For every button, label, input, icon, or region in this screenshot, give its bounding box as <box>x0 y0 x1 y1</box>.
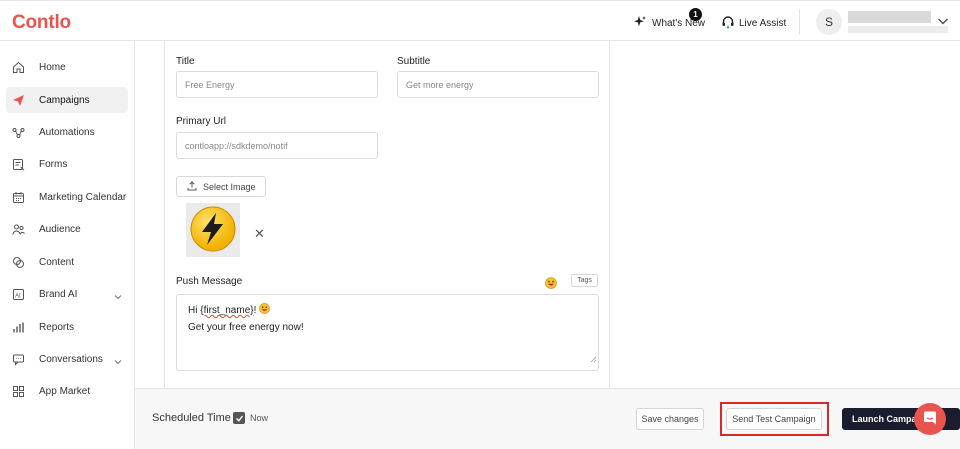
message-greeting: Hi <box>188 305 201 316</box>
sidebar-item-reports[interactable]: Reports <box>6 314 128 340</box>
sidebar-item-label: App Market <box>39 385 91 397</box>
sidebar-item-label: Campaigns <box>39 94 90 106</box>
first-name-token: {first_name} <box>200 305 254 316</box>
calendar-icon <box>11 190 25 204</box>
message-line-1: Hi {first_name}! <box>188 302 587 319</box>
home-icon <box>11 60 25 74</box>
account-name-redacted <box>848 11 931 23</box>
sidebar-item-label: Forms <box>39 158 68 170</box>
sidebar-item-home[interactable]: Home <box>6 54 128 80</box>
primary-url-label: Primary Url <box>176 116 226 127</box>
title-label: Title <box>176 56 195 67</box>
resize-handle-icon[interactable] <box>590 352 597 369</box>
notification-badge: 1 <box>689 8 702 21</box>
sparkle-icon <box>633 15 647 32</box>
subtitle-input[interactable]: Get more energy <box>397 71 599 98</box>
remove-image-icon[interactable]: ✕ <box>254 226 265 242</box>
account-subtitle-redacted <box>848 26 948 33</box>
sidebar-item-marketing-calendar[interactable]: Marketing Calendar <box>6 184 128 210</box>
sidebar-item-conversations[interactable]: Conversations <box>6 346 128 372</box>
now-checkbox[interactable] <box>233 412 245 424</box>
chat-bubble-icon <box>922 410 938 429</box>
upload-icon <box>187 180 197 193</box>
push-message-label: Push Message <box>176 276 243 287</box>
live-assist-label: Live Assist <box>739 18 787 29</box>
chat-support-button[interactable] <box>914 403 946 435</box>
title-input[interactable]: Free Energy <box>176 71 378 98</box>
chevron-down-icon[interactable] <box>937 15 949 29</box>
grinning-emoji-icon <box>259 303 270 316</box>
scheduled-time-label: Scheduled Time <box>152 412 231 424</box>
sidebar-item-label: Content <box>39 256 75 268</box>
sidebar-item-label: Reports <box>39 321 75 333</box>
primary-url-input[interactable]: contloapp://sdkdemo/notif <box>176 132 378 159</box>
sidebar-item-label: Automations <box>39 126 95 138</box>
brand-ai-icon: AI <box>11 287 25 301</box>
now-label: Now <box>250 413 269 423</box>
save-changes-button[interactable]: Save changes <box>636 408 704 430</box>
sidebar-item-content[interactable]: Content <box>6 249 128 275</box>
image-thumbnail <box>186 203 240 257</box>
paper-plane-icon <box>11 93 25 107</box>
app-market-icon <box>11 384 25 398</box>
lightning-bolt-icon <box>188 204 238 257</box>
audience-icon <box>11 222 25 236</box>
subtitle-label: Subtitle <box>397 56 431 67</box>
sidebar-item-label: Home <box>39 61 66 73</box>
top-header: Contlo What's New 1 Live Assist S <box>0 0 960 41</box>
chevron-down-icon[interactable] <box>114 354 122 368</box>
automations-icon <box>11 125 25 139</box>
sidebar-item-campaigns[interactable]: Campaigns <box>6 87 128 113</box>
chevron-down-icon[interactable] <box>114 289 122 303</box>
header-divider <box>799 9 800 35</box>
sidebar-item-label: Conversations <box>39 353 103 365</box>
sidebar: Home Campaigns Automations Forms Marketi… <box>0 41 135 449</box>
push-message-textarea[interactable]: Hi {first_name}! Get your free energy no… <box>176 294 599 371</box>
avatar[interactable]: S <box>816 9 842 35</box>
emoji-picker-icon[interactable] <box>545 277 557 292</box>
sidebar-item-app-market[interactable]: App Market <box>6 378 128 404</box>
tags-button[interactable]: Tags <box>571 274 598 287</box>
sidebar-item-automations[interactable]: Automations <box>6 119 128 145</box>
sidebar-item-label: Marketing Calendar <box>39 191 127 203</box>
send-test-campaign-button[interactable]: Send Test Campaign <box>726 408 822 430</box>
live-assist-button[interactable]: Live Assist <box>721 15 786 32</box>
headset-icon <box>721 15 735 32</box>
select-image-button[interactable]: Select Image <box>176 176 266 197</box>
forms-icon <box>11 157 25 171</box>
conversations-icon <box>11 352 25 366</box>
svg-text:AI: AI <box>15 293 21 299</box>
select-image-label: Select Image <box>203 181 256 192</box>
reports-icon <box>11 320 25 334</box>
content-icon <box>11 255 25 269</box>
message-line-2: Get your free energy now! <box>188 322 304 333</box>
sidebar-item-audience[interactable]: Audience <box>6 216 128 242</box>
sidebar-item-label: Brand AI <box>39 288 78 300</box>
sidebar-item-label: Audience <box>39 223 81 235</box>
contlo-logo[interactable]: Contlo <box>12 12 71 34</box>
sidebar-item-brand-ai[interactable]: AI Brand AI <box>6 281 128 307</box>
sidebar-item-forms[interactable]: Forms <box>6 151 128 177</box>
